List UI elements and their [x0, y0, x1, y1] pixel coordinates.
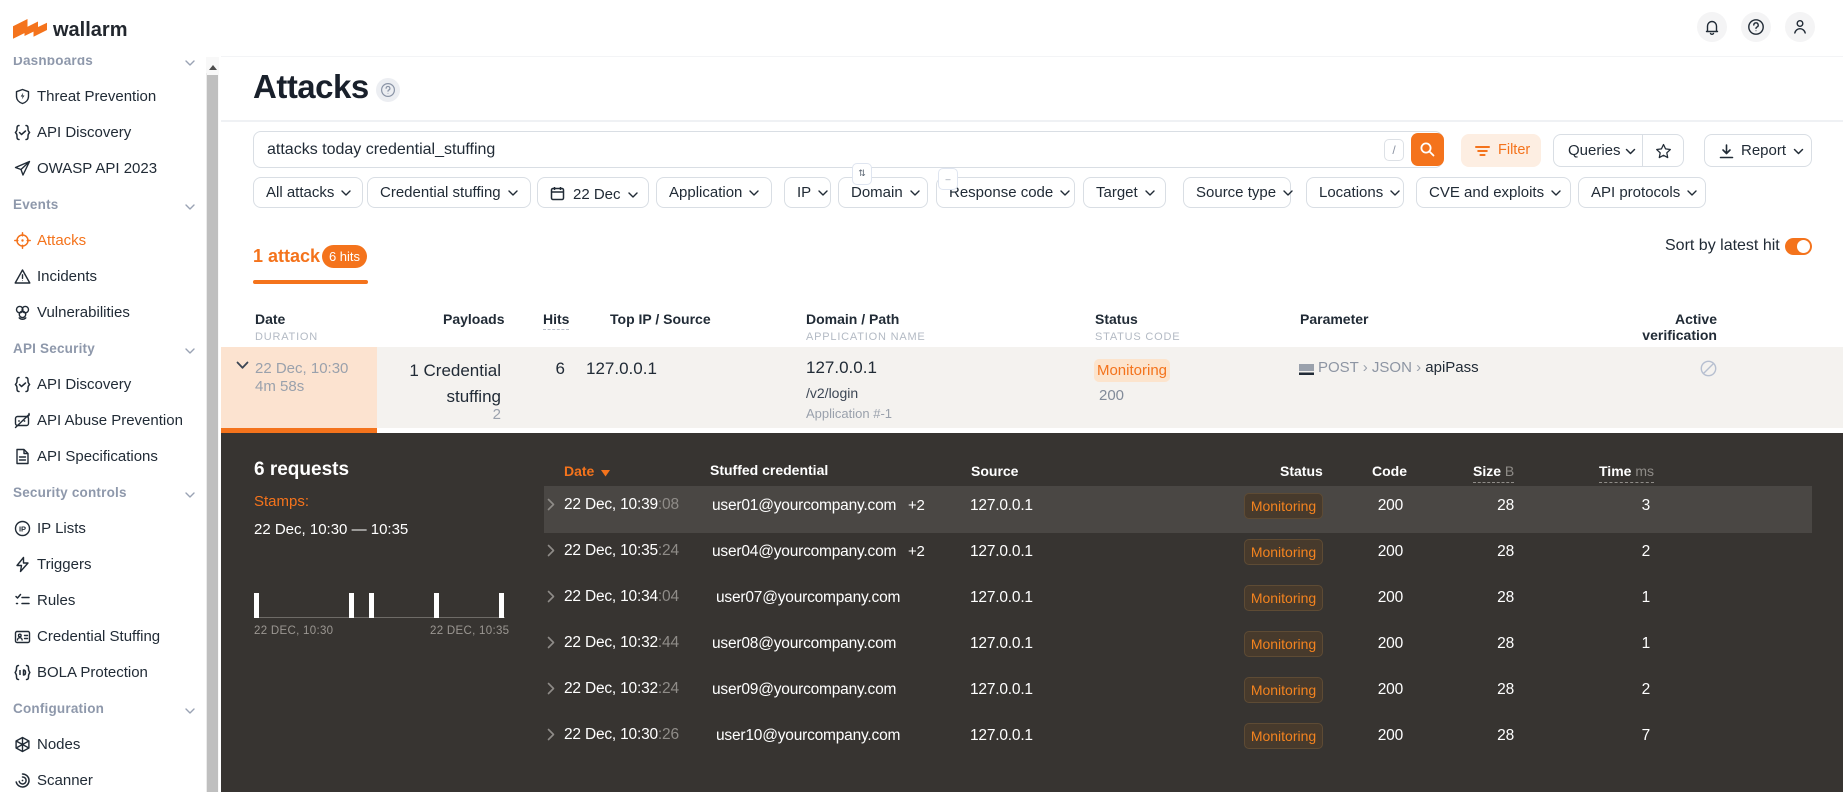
svg-text:IP: IP — [19, 524, 26, 533]
